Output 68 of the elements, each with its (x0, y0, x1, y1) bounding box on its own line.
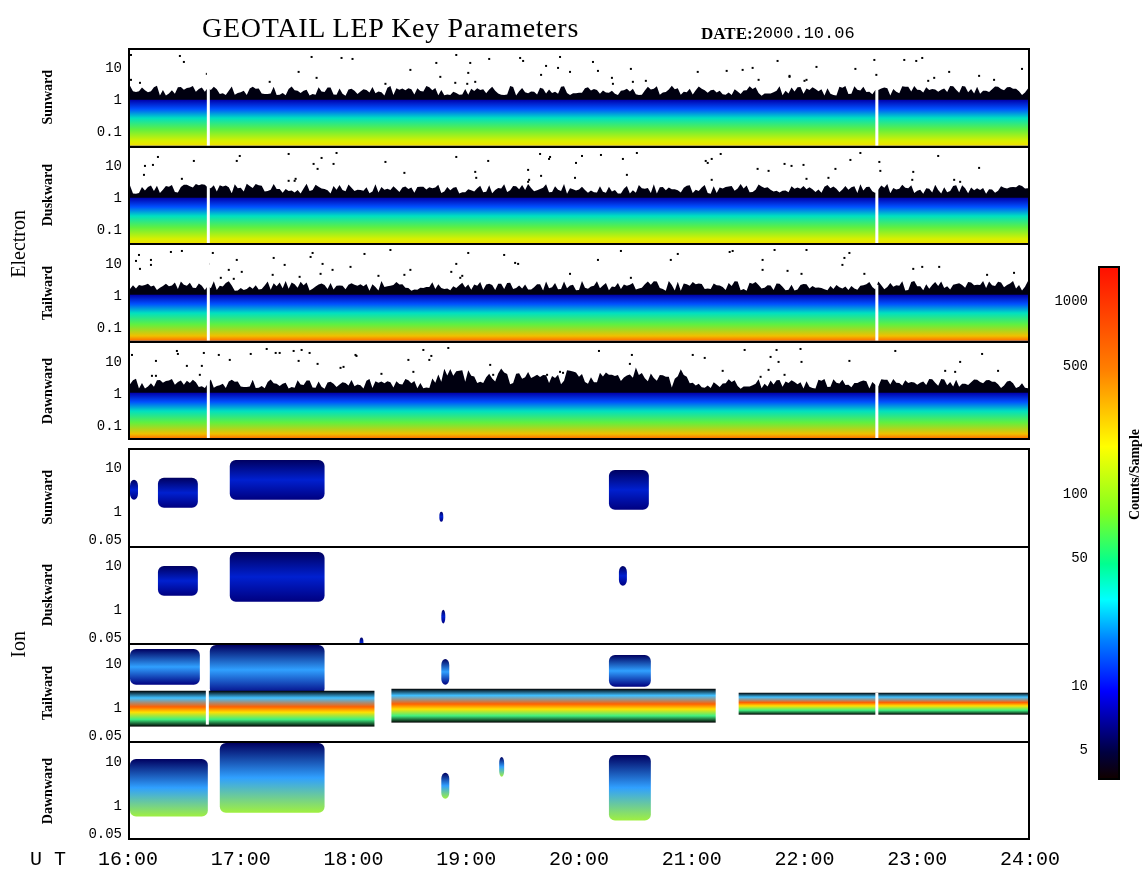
flux-patch (499, 756, 505, 777)
chart-title: GEOTAIL LEP Key Parameters (202, 14, 579, 42)
direction-label: Tailward (38, 666, 56, 720)
y-tick-label: 1 (113, 191, 122, 205)
flux-patch (608, 469, 649, 510)
flux-patch (441, 658, 450, 685)
y-tick-label: 1 (113, 93, 122, 107)
colorbar-tick-label: 50 (1071, 551, 1088, 565)
direction-label: Duskward (38, 163, 56, 227)
y-tick-label: 0.05 (88, 533, 122, 547)
y-tick-label: 1 (113, 603, 122, 617)
direction-label: Dawnward (38, 757, 56, 825)
flux-patch (157, 565, 198, 596)
colorbar-tick-label: 1000 (1054, 294, 1088, 308)
flux-patch (157, 477, 198, 508)
y-tick-label: 0.1 (96, 125, 122, 139)
y-tick-label: 1 (113, 799, 122, 813)
flux-patch (130, 649, 200, 685)
time-tick-label: 18:00 (323, 850, 384, 870)
direction-label: Dawnward (38, 357, 56, 425)
time-tick-label: 16:00 (98, 850, 158, 870)
colorbar-tick-label: 500 (1062, 359, 1088, 373)
y-tick-label: 10 (105, 61, 122, 75)
y-tick-label: 1 (113, 289, 122, 303)
y-tick-label: 0.1 (96, 321, 122, 335)
y-tick-label: 0.1 (96, 419, 122, 433)
y-tick-label: 10 (105, 657, 122, 671)
y-tick-label: 0.1 (96, 223, 122, 237)
direction-label: Duskward (38, 563, 56, 627)
group-label: Ion (6, 630, 30, 658)
y-tick-label: 1 (113, 387, 122, 401)
time-tick-label: 19:00 (436, 850, 497, 870)
group-label: Electron (6, 210, 30, 278)
flux-patch (130, 479, 138, 500)
time-tick-label: 17:00 (210, 850, 271, 870)
direction-label: Sunward (38, 69, 56, 125)
time-tick-label: 24:00 (1000, 850, 1060, 870)
flux-patch (608, 654, 651, 687)
y-tick-label: 1 (113, 701, 122, 715)
colorbar-tick-label: 100 (1062, 487, 1088, 501)
y-tick-label: 0.05 (88, 631, 122, 645)
flux-patch (608, 754, 651, 821)
colorbar-tick-label: 5 (1079, 743, 1088, 757)
time-tick-label: 21:00 (661, 850, 722, 870)
y-tick-label: 0.05 (88, 729, 122, 743)
y-tick-label: 10 (105, 159, 122, 173)
y-tick-label: 10 (105, 355, 122, 369)
y-tick-label: 10 (105, 755, 122, 769)
time-tick-label: 20:00 (549, 850, 609, 870)
time-tick-label: 22:00 (774, 850, 835, 870)
y-tick-label: 1 (113, 505, 122, 519)
date-value: 2000.10.06 (752, 25, 855, 42)
time-tick-label: 23:00 (887, 850, 948, 870)
flux-patch (441, 609, 446, 624)
direction-label: Tailward (38, 266, 56, 320)
flux-patch (618, 565, 627, 586)
y-tick-label: 0.05 (88, 827, 122, 841)
flux-patch (439, 511, 444, 522)
y-tick-label: 10 (105, 257, 122, 271)
y-tick-label: 10 (105, 461, 122, 475)
flux-patch (441, 772, 450, 799)
colorbar-title: Counts/Sample (1126, 429, 1142, 520)
colorbar-tick-label: 10 (1071, 679, 1088, 693)
direction-label: Sunward (38, 469, 56, 525)
axis-unit-label: U T (30, 850, 66, 870)
y-tick-label: 10 (105, 559, 122, 573)
data-gap-line (875, 692, 879, 717)
date-label: DATE: (701, 25, 753, 42)
